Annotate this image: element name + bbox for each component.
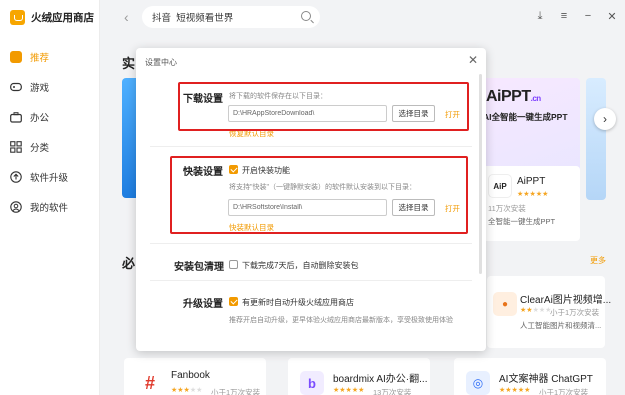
category-icon <box>10 141 22 153</box>
rating-stars: ★★★★★ <box>520 307 552 314</box>
sidebar-item-label: 我的软件 <box>30 203 69 214</box>
app-logo-icon <box>10 9 25 25</box>
cleanup-checkbox[interactable] <box>229 260 238 269</box>
back-arrow-icon[interactable]: ‹ <box>124 9 129 25</box>
app-name: Fanbook <box>171 370 210 381</box>
sidebar-nav: 推荐 游戏 办公 分类 软件升级 我的软件 <box>0 42 100 222</box>
briefcase-icon <box>10 111 22 123</box>
banner-title: AiPPT.cn <box>486 88 541 105</box>
install-count: 小于1万次安装 <box>550 308 600 317</box>
fanbook-app-icon: # <box>138 371 162 395</box>
dialog-scrollbar[interactable] <box>479 74 482 274</box>
rating-stars: ★★★★★ <box>333 387 365 394</box>
app-card-boardmix[interactable]: b boardmix AI办公·翻... ★★★★★ 13万次安装 <box>288 358 430 395</box>
rating-stars: ★★★★★ <box>517 191 549 198</box>
close-icon[interactable]: ✕ <box>468 53 478 67</box>
divider <box>150 280 472 281</box>
cleanup-option-label: 下载完成7天后，自动删除安装包 <box>242 261 359 270</box>
carousel-next-icon[interactable]: › <box>594 108 616 130</box>
app-name: AI文案神器 ChatGPT <box>499 374 593 385</box>
divider <box>150 243 472 244</box>
install-count: 小于1万次安装 <box>211 388 261 395</box>
app-title: 火绒应用商店 <box>31 11 94 24</box>
section-heading: 实 <box>122 56 136 71</box>
app-card-clearai[interactable]: ● ClearAi图片视频增... ★★★★★ 小于1万次安装 人工智能图片和视… <box>487 276 611 348</box>
minimize-icon[interactable]: − <box>583 10 593 23</box>
app-card-aippt[interactable]: AiP AiPPT ★★★★★ 11万次安装 全智能一键生成PPT <box>480 166 580 241</box>
recommend-icon <box>10 51 22 63</box>
upgrade-desc: 推荐开启自动升级，更早体验火绒应用商店最新版本，享受极致使用体验 <box>229 317 453 324</box>
app-name: AiPPT <box>517 176 546 187</box>
app-card-aiwriter[interactable]: ◎ AI文案神器 ChatGPT ★★★★★ 小于1万次安装 <box>454 358 606 395</box>
divider <box>150 146 472 147</box>
boardmix-app-icon: b <box>300 371 324 395</box>
close-window-icon[interactable]: ✕ <box>607 10 617 23</box>
my-software-icon <box>10 201 22 213</box>
auto-upgrade-checkbox[interactable] <box>229 297 238 306</box>
highlight-box <box>178 82 469 131</box>
sidebar: 火绒应用商店 推荐 游戏 办公 分类 软件升级 我的软件 <box>0 0 100 395</box>
gamepad-icon <box>10 81 22 93</box>
app-name: ClearAi图片视频增... <box>520 295 612 306</box>
more-link[interactable]: 更多 <box>590 255 606 266</box>
install-count: 13万次安装 <box>373 388 412 395</box>
sidebar-item-label: 推荐 <box>30 53 50 64</box>
settings-dialog: 设置中心 ✕ 下载设置 将下载的软件保存在以下目录： 选择目录 打开 恢复默认目… <box>136 48 486 351</box>
clearai-app-icon: ● <box>493 292 517 316</box>
banner-subtitle: AI全智能一键生成PPT <box>483 112 568 122</box>
download-icon[interactable]: ⤓ <box>535 10 545 23</box>
search-icon[interactable] <box>301 11 311 21</box>
search-input[interactable] <box>152 11 292 23</box>
top-bar: ‹ ⤓ ≡ − ✕ <box>100 0 625 36</box>
sidebar-item-label: 游戏 <box>30 83 50 94</box>
sidebar-item-label: 软件升级 <box>30 173 69 184</box>
sidebar-item-label: 分类 <box>30 143 50 154</box>
window-controls: ⤓ ≡ − ✕ <box>535 10 617 23</box>
brand: 火绒应用商店 <box>10 9 94 25</box>
upgrade-settings-label: 升级设置 <box>183 299 223 310</box>
rating-stars: ★★★★★ <box>499 387 531 394</box>
sidebar-item-office[interactable]: 办公 <box>0 102 100 132</box>
upgrade-icon <box>10 171 22 183</box>
app-desc: 全智能一键生成PPT <box>488 217 556 226</box>
menu-icon[interactable]: ≡ <box>559 10 569 23</box>
aiwriter-app-icon: ◎ <box>466 371 490 395</box>
install-count: 11万次安装 <box>488 204 526 213</box>
install-count: 小于1万次安装 <box>539 388 589 395</box>
auto-upgrade-label: 有更新时自动升级火绒应用商店 <box>242 298 354 307</box>
app-name: boardmix AI办公·翻... <box>333 374 428 385</box>
section-heading: 必 <box>122 256 136 271</box>
sidebar-item-upgrade[interactable]: 软件升级 <box>0 162 100 192</box>
sidebar-item-label: 办公 <box>30 113 50 124</box>
aippt-app-icon: AiP <box>488 174 512 198</box>
sidebar-item-category[interactable]: 分类 <box>0 132 100 162</box>
sidebar-item-recommend[interactable]: 推荐 <box>0 42 100 72</box>
sidebar-item-my-software[interactable]: 我的软件 <box>0 192 100 222</box>
app-card-fanbook[interactable]: # Fanbook ★★★★★ 小于1万次安装 <box>124 358 266 395</box>
highlight-box <box>170 156 468 234</box>
rating-stars: ★★★★★ <box>171 387 203 394</box>
banner-right[interactable] <box>586 78 606 200</box>
search-box[interactable] <box>142 6 320 28</box>
sidebar-item-games[interactable]: 游戏 <box>0 72 100 102</box>
app-desc: 人工智能图片和视频清... <box>520 321 602 330</box>
dialog-title: 设置中心 <box>145 58 177 67</box>
cleanup-label: 安装包清理 <box>174 262 224 273</box>
